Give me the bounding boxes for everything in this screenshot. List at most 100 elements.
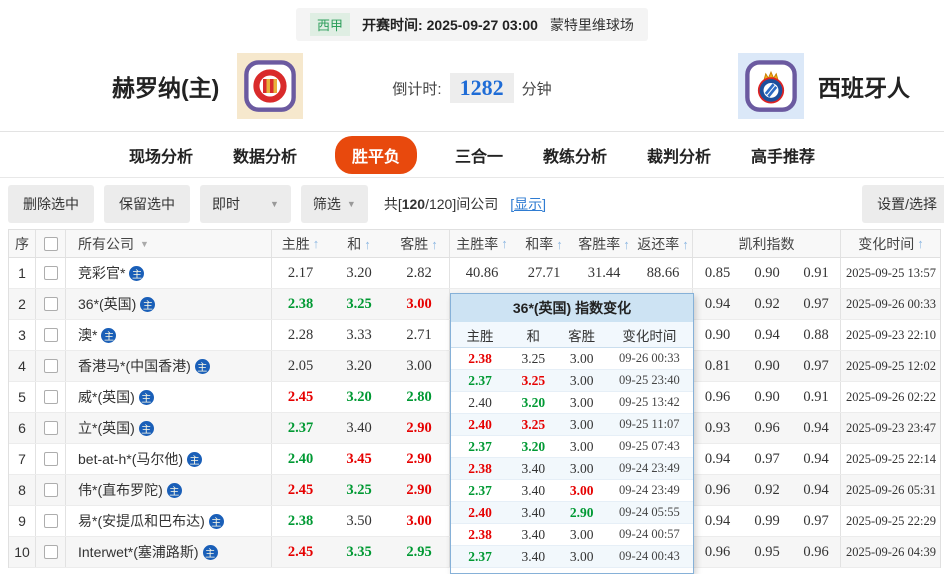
row-checkbox[interactable] (43, 297, 58, 311)
home-badge-icon: 主 (194, 358, 210, 374)
settings-button[interactable]: 设置/选择 (862, 184, 944, 223)
popup-odds-draw: 3.40 (521, 482, 546, 498)
popup-col-home-win: 主胜 (466, 328, 494, 344)
col-header-draw[interactable]: 和 ↑ (329, 234, 389, 254)
odds-away-win: 2.90 (406, 481, 432, 498)
popup-odds-draw: 3.20 (521, 394, 546, 410)
home-badge-icon: 主 (138, 420, 154, 436)
company-name[interactable]: 易*(安提瓜和巴布达) (78, 511, 205, 531)
col-header-home-rate[interactable]: 主胜率 ↑ (449, 230, 514, 257)
col-header-away-rate[interactable]: 客胜率 ↑ (574, 234, 634, 254)
row-checkbox[interactable] (43, 328, 58, 342)
row-seq: 10 (14, 544, 30, 560)
company-cell: 立*(英国) 主 (65, 413, 271, 443)
odds-away-win: 3.00 (406, 512, 432, 529)
popup-odds-home: 2.37 (468, 482, 492, 498)
col-header-home-win[interactable]: 主胜 ↑ (271, 230, 329, 257)
filter-dropdown[interactable]: 筛选 ▼ (300, 184, 368, 223)
odds-away-win: 3.00 (406, 295, 432, 312)
tab-live-analysis[interactable]: 现场分析 (127, 137, 195, 173)
col-header-return-rate[interactable]: 返还率 ↑ (634, 234, 692, 254)
kelly-home: 0.94 (692, 506, 742, 536)
keep-selected-button[interactable]: 保留选中 (104, 184, 190, 223)
sort-asc-icon: ↑ (431, 236, 438, 252)
kelly-away: 0.97 (803, 357, 829, 374)
row-checkbox-cell (35, 258, 65, 288)
popup-odds-draw: 3.25 (521, 350, 546, 366)
row-checkbox-cell (35, 320, 65, 350)
tab-referee-analysis[interactable]: 裁判分析 (645, 137, 713, 173)
rate-away-win: 31.44 (587, 264, 621, 281)
instant-dropdown-label: 即时 (212, 195, 240, 212)
row-checkbox[interactable] (43, 545, 58, 559)
tab-three-in-one[interactable]: 三合一 (453, 137, 505, 173)
row-checkbox-cell (35, 382, 65, 412)
kelly-home: 0.93 (692, 413, 742, 443)
tab-win-draw-loss[interactable]: 胜平负 (334, 135, 417, 174)
tab-expert-picks[interactable]: 高手推荐 (749, 137, 817, 173)
company-name[interactable]: Interwet*(塞浦路斯) (78, 542, 199, 562)
kelly-home: 0.96 (692, 475, 742, 505)
row-checkbox[interactable] (43, 266, 58, 280)
show-link[interactable]: [显示] (510, 194, 546, 214)
row-checkbox[interactable] (43, 514, 58, 528)
popup-row: 2.40 3.20 3.00 09-25 13:42 (451, 392, 693, 414)
popup-body: 2.38 3.25 3.00 09-26 00:33 2.37 3.25 3.00 09-25… (451, 348, 693, 568)
company-cell: bet-at-h*(马尔他) 主 (65, 444, 271, 474)
odds-draw: 3.33 (346, 326, 372, 343)
company-cell: 伟*(直布罗陀) 主 (65, 475, 271, 505)
popup-header-row: 主胜 和 客胜 变化时间 (451, 322, 693, 348)
company-name[interactable]: 竞彩官* (78, 263, 125, 283)
popup-title: 36*(英国) 指数变化 (451, 294, 693, 322)
popup-change-time: 09-25 07:43 (619, 439, 680, 453)
tab-coach-analysis[interactable]: 教练分析 (541, 137, 609, 173)
row-checkbox[interactable] (43, 359, 58, 373)
row-checkbox[interactable] (43, 452, 58, 466)
home-badge-icon: 主 (202, 544, 218, 560)
kelly-draw: 0.90 (754, 388, 780, 405)
row-checkbox-cell (35, 537, 65, 567)
delete-selected-button[interactable]: 删除选中 (8, 184, 94, 223)
popup-odds-away: 3.00 (569, 350, 594, 366)
select-all-checkbox[interactable] (43, 236, 58, 251)
sort-asc-icon: ↑ (556, 236, 563, 252)
col-header-change-time[interactable]: 变化时间 ↑ (840, 230, 941, 257)
odds-change-popup: 36*(英国) 指数变化 主胜 和 客胜 变化时间 2.38 3.25 3.00 09-26… (450, 293, 694, 574)
kelly-away: 0.91 (803, 264, 829, 281)
popup-row: 2.38 3.40 3.00 09-24 00:57 (451, 524, 693, 546)
instant-dropdown[interactable]: 即时 ▼ (200, 184, 291, 223)
row-checkbox[interactable] (43, 390, 58, 404)
company-name[interactable]: 香港马*(中国香港) (78, 356, 191, 376)
row-checkbox[interactable] (43, 483, 58, 497)
row-seq: 4 (18, 358, 26, 374)
company-name[interactable]: 伟*(直布罗陀) (78, 480, 163, 500)
change-time: 2025-09-26 00:33 (840, 289, 941, 319)
company-name[interactable]: 威*(英国) (78, 387, 135, 407)
company-name[interactable]: 澳* (78, 325, 97, 345)
change-time: 2025-09-26 02:22 (840, 382, 941, 412)
company-name[interactable]: bet-at-h*(马尔他) (78, 449, 183, 469)
popup-odds-away: 3.00 (569, 394, 594, 410)
row-checkbox-cell (35, 475, 65, 505)
home-badge-icon: 主 (138, 389, 154, 405)
filter-dropdown-label: 筛选 (312, 195, 341, 212)
popup-odds-draw: 3.20 (521, 438, 546, 454)
popup-odds-draw: 3.25 (521, 372, 546, 388)
col-header-away-win[interactable]: 客胜 ↑ (389, 234, 449, 254)
countdown-value: 1282 (449, 73, 514, 103)
col-header-company[interactable]: 所有公司 ▼ (65, 230, 271, 257)
change-time: 2025-09-23 22:10 (840, 320, 941, 350)
company-name[interactable]: 立*(英国) (78, 418, 135, 438)
row-checkbox[interactable] (43, 421, 58, 435)
change-time: 2025-09-26 05:31 (840, 475, 941, 505)
col-header-draw-rate[interactable]: 和率 ↑ (514, 234, 574, 254)
odds-home-win: 2.45 (271, 382, 329, 412)
row-seq: 1 (18, 265, 26, 281)
header-checkbox-cell (35, 230, 65, 257)
kickoff-time: 开赛时间: 2025-09-27 03:00 (362, 15, 538, 35)
kelly-draw: 0.92 (754, 295, 780, 312)
company-name[interactable]: 36*(英国) (78, 294, 136, 314)
chevron-down-icon: ▼ (346, 198, 356, 209)
kelly-home: 0.96 (692, 537, 742, 567)
tab-data-analysis[interactable]: 数据分析 (231, 137, 299, 173)
